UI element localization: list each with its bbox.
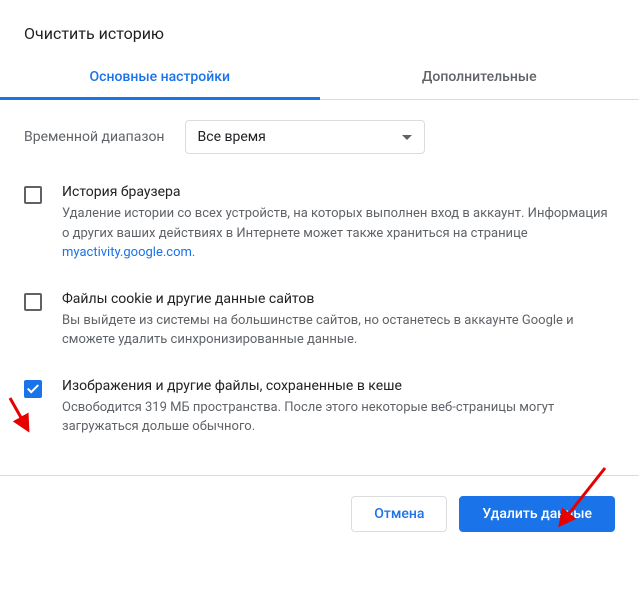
item-cookies: Файлы cookie и другие данные сайтов Вы в…: [24, 277, 615, 364]
item-title: Изображения и другие файлы, сохраненные …: [62, 378, 615, 394]
items-list: История браузера Удаление истории со все…: [0, 170, 639, 451]
item-title: История браузера: [62, 184, 615, 200]
time-range-row: Временной диапазон Все время: [0, 100, 639, 170]
dialog-title: Очистить историю: [0, 0, 639, 55]
dialog-footer: Отмена Удалить данные: [0, 475, 639, 556]
item-desc: Вы выйдете из системы на большинстве сай…: [62, 311, 615, 350]
checkbox-cookies[interactable]: [24, 293, 42, 311]
item-desc: Освободится 319 МБ пространства. После э…: [62, 398, 615, 437]
tab-basic[interactable]: Основные настройки: [0, 55, 320, 99]
item-desc: Удаление истории со всех устройств, на к…: [62, 204, 615, 263]
time-range-value: Все время: [198, 129, 266, 145]
checkbox-cache[interactable]: [24, 380, 42, 398]
checkbox-browser-history[interactable]: [24, 186, 42, 204]
chevron-down-icon: [402, 135, 412, 140]
item-content: Файлы cookie и другие данные сайтов Вы в…: [62, 291, 615, 350]
item-content: Изображения и другие файлы, сохраненные …: [62, 378, 615, 437]
item-cache: Изображения и другие файлы, сохраненные …: [24, 364, 615, 451]
time-range-label: Временной диапазон: [24, 129, 165, 145]
clear-data-button[interactable]: Удалить данные: [459, 496, 615, 532]
cancel-button[interactable]: Отмена: [351, 496, 447, 532]
tabs: Основные настройки Дополнительные: [0, 55, 639, 100]
item-title: Файлы cookie и другие данные сайтов: [62, 291, 615, 307]
item-content: История браузера Удаление истории со все…: [62, 184, 615, 263]
time-range-select[interactable]: Все время: [185, 120, 425, 154]
item-browser-history: История браузера Удаление истории со все…: [24, 170, 615, 277]
clear-history-dialog: Очистить историю Основные настройки Допо…: [0, 0, 639, 556]
tab-advanced[interactable]: Дополнительные: [320, 55, 639, 99]
activity-link[interactable]: myactivity.google.com: [62, 245, 192, 260]
